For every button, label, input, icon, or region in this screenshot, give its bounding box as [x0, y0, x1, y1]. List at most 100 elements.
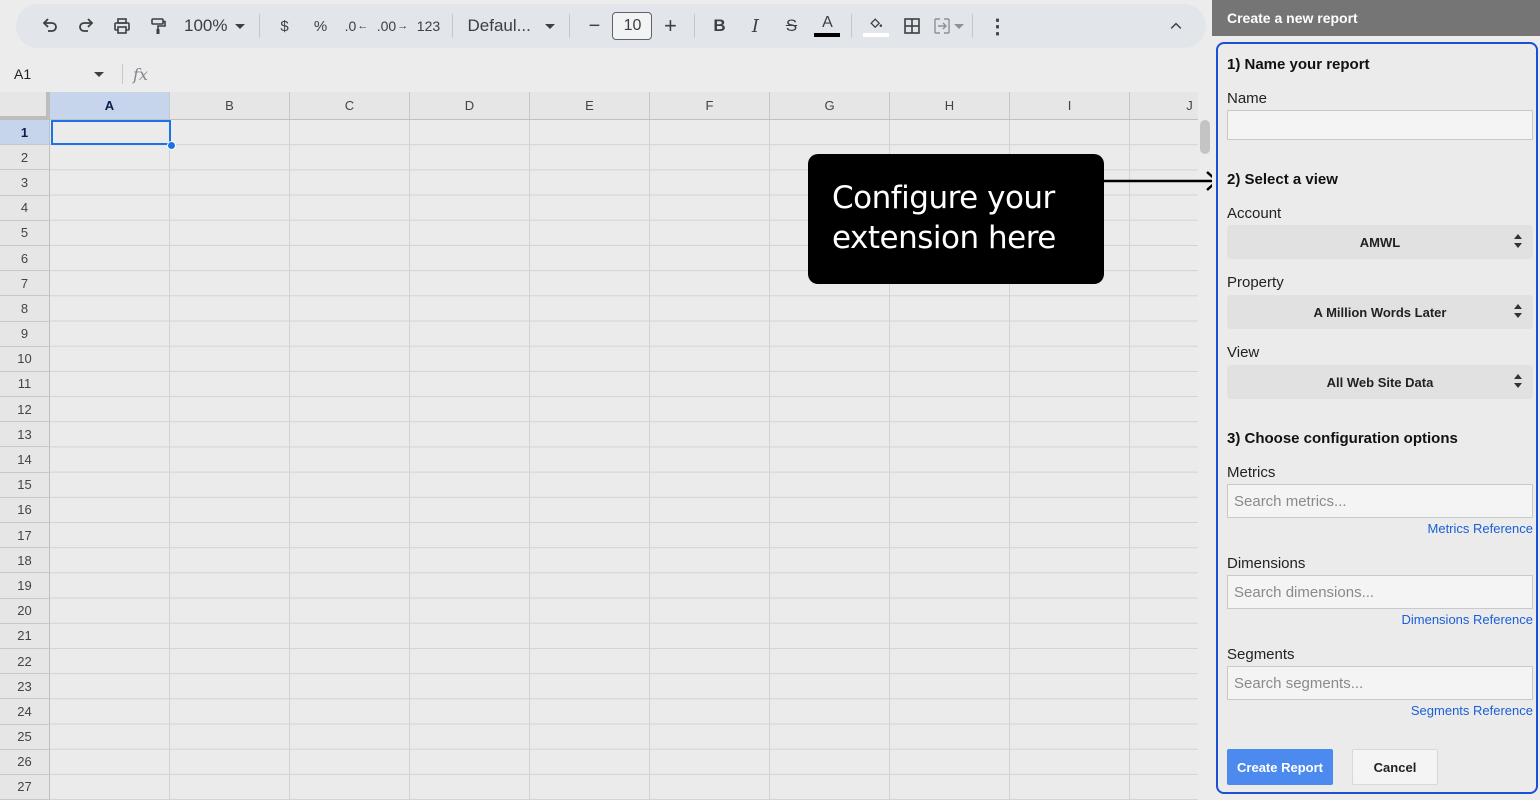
cancel-button[interactable]: Cancel — [1352, 749, 1438, 785]
redo-icon[interactable] — [70, 10, 102, 42]
currency-format-button[interactable]: $ — [268, 10, 300, 42]
report-config-panel: 1) Name your report Name 2) Select a vie… — [1216, 42, 1538, 794]
row-header[interactable]: 19 — [0, 573, 50, 599]
row-header[interactable]: 11 — [0, 371, 50, 398]
print-icon[interactable] — [106, 10, 138, 42]
row-header[interactable]: 4 — [0, 195, 50, 221]
row-header[interactable]: 22 — [0, 648, 50, 675]
merge-cells-icon[interactable] — [932, 10, 965, 42]
fill-color-icon[interactable] — [860, 10, 892, 42]
account-select[interactable]: AMWL — [1227, 225, 1533, 259]
font-size-value: 10 — [623, 17, 642, 34]
divider — [851, 14, 853, 38]
divider — [452, 14, 454, 38]
row-header[interactable]: 27 — [0, 774, 50, 800]
more-options-icon[interactable]: ⋮ — [981, 10, 1013, 42]
column-header[interactable]: E — [530, 92, 650, 120]
divider — [694, 14, 696, 38]
segments-reference-link[interactable]: Segments Reference — [1227, 703, 1533, 718]
name-box[interactable]: A1 — [0, 66, 112, 82]
font-select[interactable]: Defaul... — [461, 10, 561, 42]
row-header[interactable]: 18 — [0, 548, 50, 574]
row-header[interactable]: 24 — [0, 699, 50, 725]
selected-cell[interactable] — [51, 120, 171, 145]
increase-font-size-icon[interactable]: + — [654, 10, 686, 42]
row-header[interactable]: 13 — [0, 422, 50, 448]
bold-button[interactable]: B — [703, 10, 735, 42]
row-header[interactable]: 17 — [0, 523, 50, 549]
decrease-decimal-button[interactable]: .0 ← — [340, 10, 372, 42]
dimensions-reference-link[interactable]: Dimensions Reference — [1227, 612, 1533, 627]
name-input[interactable] — [1227, 110, 1533, 140]
increase-decimal-button[interactable]: .00 → — [376, 10, 408, 42]
column-header[interactable]: I — [1010, 92, 1130, 120]
spreadsheet-app: 100% $ % .0 ← .00 → 123 Defaul... − 10 + B… — [0, 0, 1540, 800]
row-header[interactable]: 21 — [0, 623, 50, 649]
updown-icon — [1514, 234, 1522, 248]
row-header[interactable]: 5 — [0, 220, 50, 246]
borders-icon[interactable] — [896, 10, 928, 42]
updown-icon — [1514, 304, 1522, 318]
italic-button[interactable]: I — [739, 10, 771, 42]
italic-label: I — [751, 15, 760, 37]
row-header[interactable]: 6 — [0, 245, 50, 272]
row-header[interactable]: 1 — [0, 120, 50, 146]
row-header[interactable]: 16 — [0, 497, 50, 523]
fill-handle[interactable] — [167, 141, 176, 150]
row-header[interactable]: 26 — [0, 749, 50, 775]
percent-label: % — [313, 17, 328, 35]
row-header[interactable]: 25 — [0, 724, 50, 750]
row-header[interactable]: 7 — [0, 271, 50, 297]
view-select[interactable]: All Web Site Data — [1227, 365, 1533, 399]
metrics-label: Metrics — [1227, 464, 1276, 481]
text-color-button[interactable]: A — [811, 10, 843, 42]
dimensions-search-input[interactable]: Search dimensions... — [1227, 575, 1533, 609]
row-header[interactable]: 14 — [0, 447, 50, 473]
metrics-reference-link[interactable]: Metrics Reference — [1227, 521, 1533, 536]
select-all-corner[interactable] — [0, 92, 50, 120]
column-header[interactable]: H — [890, 92, 1010, 120]
property-select[interactable]: A Million Words Later — [1227, 295, 1533, 329]
row-header[interactable]: 15 — [0, 472, 50, 498]
row-header[interactable]: 10 — [0, 346, 50, 372]
row-header[interactable]: 2 — [0, 145, 50, 171]
increase-decimal-label: .00 — [376, 18, 397, 34]
column-header[interactable]: A — [50, 92, 170, 120]
column-header[interactable]: G — [770, 92, 890, 120]
row-header[interactable]: 20 — [0, 598, 50, 624]
function-icon: fx — [133, 64, 148, 84]
column-headers: ABCDEFGHIJ — [50, 92, 1198, 120]
create-report-button[interactable]: Create Report — [1227, 749, 1333, 785]
percent-format-button[interactable]: % — [304, 10, 336, 42]
zoom-select[interactable]: 100% — [178, 10, 251, 42]
section-config-heading: 3) Choose configuration options — [1227, 430, 1458, 447]
row-header[interactable]: 23 — [0, 674, 50, 700]
segments-search-input[interactable]: Search segments... — [1227, 666, 1533, 700]
section-view-heading: 2) Select a view — [1227, 171, 1338, 188]
column-header[interactable]: B — [170, 92, 290, 120]
column-header[interactable]: C — [290, 92, 410, 120]
chevron-down-icon — [94, 71, 104, 77]
collapse-toolbar-icon[interactable] — [1160, 10, 1192, 42]
divider — [569, 14, 571, 38]
number-format-button[interactable]: 123 — [412, 10, 444, 42]
decrease-font-size-icon[interactable]: − — [578, 10, 610, 42]
strikethrough-button[interactable]: S — [775, 10, 807, 42]
property-label: Property — [1227, 274, 1284, 291]
row-header[interactable]: 8 — [0, 296, 50, 322]
undo-icon[interactable] — [34, 10, 66, 42]
row-header[interactable]: 12 — [0, 397, 50, 423]
row-header[interactable]: 3 — [0, 170, 50, 196]
metrics-search-input[interactable]: Search metrics... — [1227, 484, 1533, 518]
column-header[interactable]: D — [410, 92, 530, 120]
arrow-left-icon: ← — [357, 20, 369, 32]
column-header[interactable]: F — [650, 92, 770, 120]
paint-format-icon[interactable] — [142, 10, 174, 42]
vertical-scrollbar[interactable] — [1200, 120, 1210, 154]
callout-line-2: extension here — [832, 220, 1056, 256]
arrow-right-icon: → — [397, 20, 409, 32]
column-header[interactable]: J — [1130, 92, 1198, 120]
font-size-input[interactable]: 10 — [612, 12, 653, 40]
zoom-value: 100% — [184, 16, 228, 35]
row-header[interactable]: 9 — [0, 321, 50, 347]
